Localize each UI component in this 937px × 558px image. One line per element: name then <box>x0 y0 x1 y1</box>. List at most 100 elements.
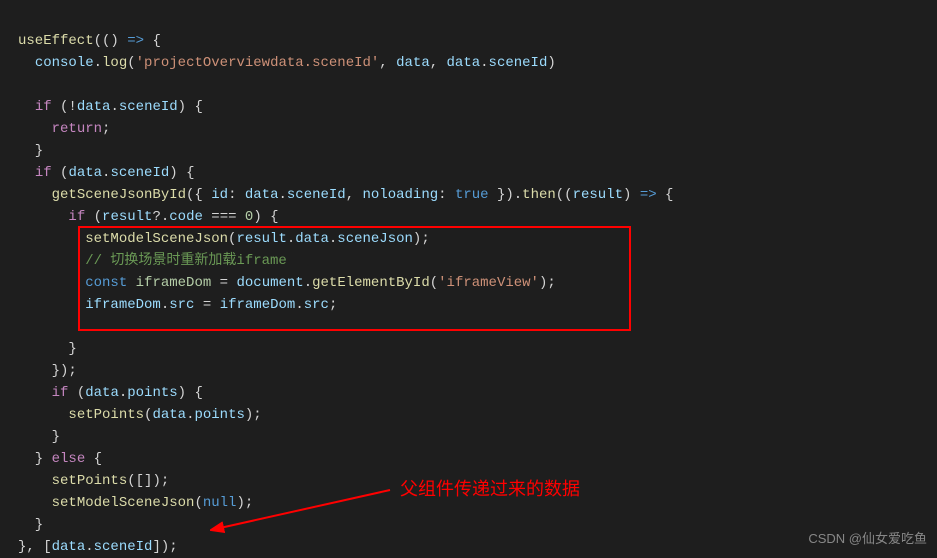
t: if <box>35 99 52 115</box>
t <box>18 209 68 225</box>
t: useEffect <box>18 33 94 49</box>
t: (! <box>52 99 77 115</box>
t: ( <box>194 495 202 511</box>
t: => <box>119 33 153 49</box>
t: (( <box>556 187 573 203</box>
t <box>18 473 52 489</box>
t: sceneId <box>119 99 178 115</box>
t: setModelSceneJson <box>85 231 228 247</box>
t: if <box>52 385 69 401</box>
t: id <box>211 187 228 203</box>
t: data <box>68 165 102 181</box>
t: sceneId <box>287 187 346 203</box>
t: . <box>295 297 303 313</box>
t: data <box>152 407 186 423</box>
t: } <box>18 341 77 357</box>
t: => <box>631 187 665 203</box>
t: true <box>455 187 489 203</box>
t: ; <box>102 121 110 137</box>
t <box>18 407 68 423</box>
t: . <box>480 55 488 71</box>
t: result <box>573 187 623 203</box>
t: , <box>379 55 396 71</box>
t: data <box>52 539 86 555</box>
t: getSceneJsonById <box>52 187 186 203</box>
t <box>18 385 52 401</box>
t: // 切换场景时重新加载iframe <box>85 253 287 269</box>
t: , <box>346 187 363 203</box>
t: sceneJson <box>337 231 413 247</box>
t <box>18 495 52 511</box>
t: sceneId <box>94 539 153 555</box>
t: } <box>18 451 52 467</box>
t: ( <box>68 385 85 401</box>
t: { <box>665 187 673 203</box>
t: setPoints <box>52 473 128 489</box>
t: if <box>35 165 52 181</box>
t: 'projectOverviewdata.sceneId' <box>136 55 380 71</box>
t: ( <box>52 165 69 181</box>
t: = <box>194 297 219 313</box>
t <box>18 99 35 115</box>
t: document <box>236 275 303 291</box>
t: ; <box>329 297 337 313</box>
t: data <box>396 55 430 71</box>
t: } <box>18 517 43 533</box>
t: 'iframeView' <box>438 275 539 291</box>
t: ) { <box>253 209 278 225</box>
t: result <box>102 209 152 225</box>
t: ]); <box>152 539 177 555</box>
t: . <box>278 187 286 203</box>
t: ?. <box>152 209 169 225</box>
t <box>18 121 52 137</box>
t: src <box>169 297 194 313</box>
t: }). <box>489 187 523 203</box>
t: null <box>203 495 237 511</box>
t: ( <box>85 209 102 225</box>
t: ( <box>430 275 438 291</box>
t: ) { <box>178 99 203 115</box>
t <box>18 253 85 269</box>
t: log <box>102 55 127 71</box>
t: setPoints <box>68 407 144 423</box>
t <box>18 319 26 335</box>
watermark: CSDN @仙女爱吃鱼 <box>808 528 927 550</box>
t: { <box>152 33 160 49</box>
t: points <box>127 385 177 401</box>
t: setModelSceneJson <box>52 495 195 511</box>
t: , <box>430 55 447 71</box>
t: . <box>161 297 169 313</box>
t: data <box>447 55 481 71</box>
t: return <box>52 121 102 137</box>
t: . <box>110 99 118 115</box>
t: ) <box>547 55 555 71</box>
t: . <box>304 275 312 291</box>
t: console <box>35 55 94 71</box>
t: ) { <box>169 165 194 181</box>
t <box>18 187 52 203</box>
t: . <box>94 55 102 71</box>
t: : <box>228 187 245 203</box>
t <box>18 55 35 71</box>
t: ); <box>539 275 556 291</box>
t: ); <box>245 407 262 423</box>
t: ([]); <box>127 473 169 489</box>
t: then <box>522 187 556 203</box>
t: data <box>77 99 111 115</box>
t: else <box>52 451 86 467</box>
t: code <box>169 209 203 225</box>
t: ) { <box>178 385 203 401</box>
t: }, [ <box>18 539 52 555</box>
t: result <box>236 231 286 247</box>
t: getElementById <box>312 275 430 291</box>
t: }); <box>18 363 77 379</box>
t: ( <box>127 55 135 71</box>
t: if <box>68 209 85 225</box>
t: ); <box>413 231 430 247</box>
t: points <box>194 407 244 423</box>
t <box>18 165 35 181</box>
t: { <box>85 451 102 467</box>
t <box>18 297 85 313</box>
t: = <box>211 275 236 291</box>
t: } <box>18 429 60 445</box>
